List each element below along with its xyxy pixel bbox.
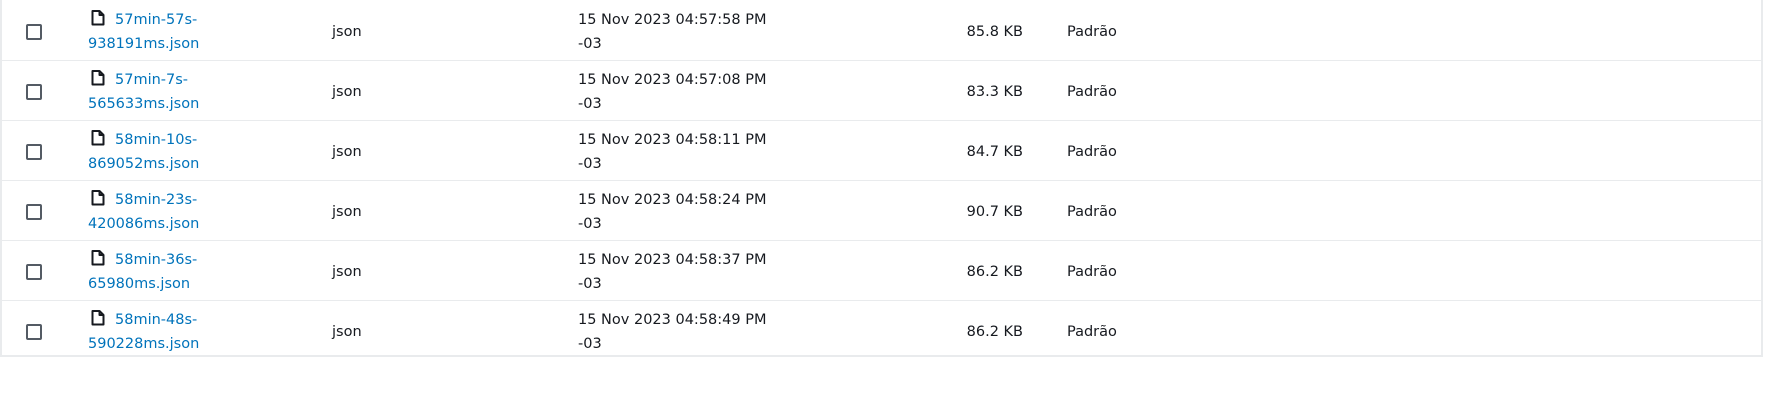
object-name-part2: 590228ms.json: [88, 336, 200, 352]
object-name-cell: 58min-36s- 65980ms.json: [88, 248, 248, 296]
object-name-part1: 58min-36s-: [115, 252, 198, 268]
last-modified-date: 15 Nov 2023 04:58:24 PM: [578, 192, 767, 208]
object-size: 86.2 KB: [966, 324, 1023, 340]
last-modified-offset: -03: [578, 36, 602, 52]
last-modified-offset: -03: [578, 216, 602, 232]
object-name-part1: 57min-57s-: [115, 12, 198, 28]
object-size: 90.7 KB: [966, 204, 1023, 220]
object-size: 85.8 KB: [966, 24, 1023, 40]
row-checkbox[interactable]: [26, 324, 42, 340]
object-name-cell: 58min-23s- 420086ms.json: [88, 188, 248, 236]
object-name-part2: 420086ms.json: [88, 216, 200, 232]
object-name-link[interactable]: 58min-36s- 65980ms.json: [88, 248, 248, 296]
object-name-part1: 57min-7s-: [115, 72, 189, 88]
storage-class: Padrão: [1067, 84, 1117, 100]
object-name-part2: 938191ms.json: [88, 36, 200, 52]
last-modified-date: 15 Nov 2023 04:57:08 PM: [578, 72, 767, 88]
storage-class: Padrão: [1067, 24, 1117, 40]
table-row: 58min-10s- 869052ms.json json 15 Nov 202…: [2, 121, 1761, 181]
table-row: 58min-36s- 65980ms.json json 15 Nov 2023…: [2, 241, 1761, 301]
object-name-part1: 58min-48s-: [115, 312, 198, 328]
last-modified-date: 15 Nov 2023 04:57:58 PM: [578, 12, 767, 28]
row-checkbox[interactable]: [26, 24, 42, 40]
last-modified-offset: -03: [578, 156, 602, 172]
object-name-cell: 57min-57s- 938191ms.json: [88, 8, 248, 56]
object-name-part1: 58min-23s-: [115, 192, 198, 208]
file-icon: [91, 190, 105, 206]
storage-class: Padrão: [1067, 324, 1117, 340]
object-type: json: [332, 24, 362, 40]
row-checkbox[interactable]: [26, 204, 42, 220]
table-row: 57min-7s- 565633ms.json json 15 Nov 2023…: [2, 61, 1761, 121]
file-icon: [91, 250, 105, 266]
object-name-link[interactable]: 58min-48s- 590228ms.json: [88, 308, 248, 356]
object-name-cell: 58min-10s- 869052ms.json: [88, 128, 248, 176]
object-size: 84.7 KB: [966, 144, 1023, 160]
file-icon: [91, 10, 105, 26]
object-name-cell: 58min-48s- 590228ms.json: [88, 308, 248, 356]
last-modified-date: 15 Nov 2023 04:58:11 PM: [578, 132, 767, 148]
table-row: 58min-48s- 590228ms.json json 15 Nov 202…: [2, 301, 1761, 361]
file-icon: [91, 70, 105, 86]
last-modified: 15 Nov 2023 04:58:11 PM -03: [578, 128, 766, 176]
object-name-part2: 65980ms.json: [88, 276, 191, 292]
last-modified-offset: -03: [578, 96, 602, 112]
file-icon: [91, 130, 105, 146]
table-row: 57min-57s- 938191ms.json json 15 Nov 202…: [2, 1, 1761, 61]
objects-table: 57min-57s- 938191ms.json json 15 Nov 202…: [0, 0, 1763, 357]
object-name-part2: 869052ms.json: [88, 156, 200, 172]
last-modified-offset: -03: [578, 336, 602, 352]
object-name-part1: 58min-10s-: [115, 132, 198, 148]
table-row: 58min-23s- 420086ms.json json 15 Nov 202…: [2, 181, 1761, 241]
storage-class: Padrão: [1067, 264, 1117, 280]
row-checkbox[interactable]: [26, 264, 42, 280]
object-name-part2: 565633ms.json: [88, 96, 200, 112]
object-name-cell: 57min-7s- 565633ms.json: [88, 68, 248, 116]
last-modified-date: 15 Nov 2023 04:58:37 PM: [578, 252, 767, 268]
storage-class: Padrão: [1067, 144, 1117, 160]
object-name-link[interactable]: 58min-10s- 869052ms.json: [88, 128, 248, 176]
object-size: 83.3 KB: [966, 84, 1023, 100]
object-type: json: [332, 204, 362, 220]
object-type: json: [332, 264, 362, 280]
row-checkbox[interactable]: [26, 144, 42, 160]
last-modified-offset: -03: [578, 276, 602, 292]
storage-class: Padrão: [1067, 204, 1117, 220]
last-modified: 15 Nov 2023 04:58:37 PM -03: [578, 248, 766, 296]
object-name-link[interactable]: 58min-23s- 420086ms.json: [88, 188, 248, 236]
object-type: json: [332, 84, 362, 100]
object-type: json: [332, 144, 362, 160]
row-checkbox[interactable]: [26, 84, 42, 100]
object-name-link[interactable]: 57min-7s- 565633ms.json: [88, 68, 248, 116]
object-name-link[interactable]: 57min-57s- 938191ms.json: [88, 8, 248, 56]
last-modified-date: 15 Nov 2023 04:58:49 PM: [578, 312, 767, 328]
object-size: 86.2 KB: [966, 264, 1023, 280]
object-type: json: [332, 324, 362, 340]
last-modified: 15 Nov 2023 04:57:08 PM -03: [578, 68, 766, 116]
last-modified: 15 Nov 2023 04:58:49 PM -03: [578, 308, 766, 356]
last-modified: 15 Nov 2023 04:58:24 PM -03: [578, 188, 766, 236]
file-icon: [91, 310, 105, 326]
last-modified: 15 Nov 2023 04:57:58 PM -03: [578, 8, 766, 56]
